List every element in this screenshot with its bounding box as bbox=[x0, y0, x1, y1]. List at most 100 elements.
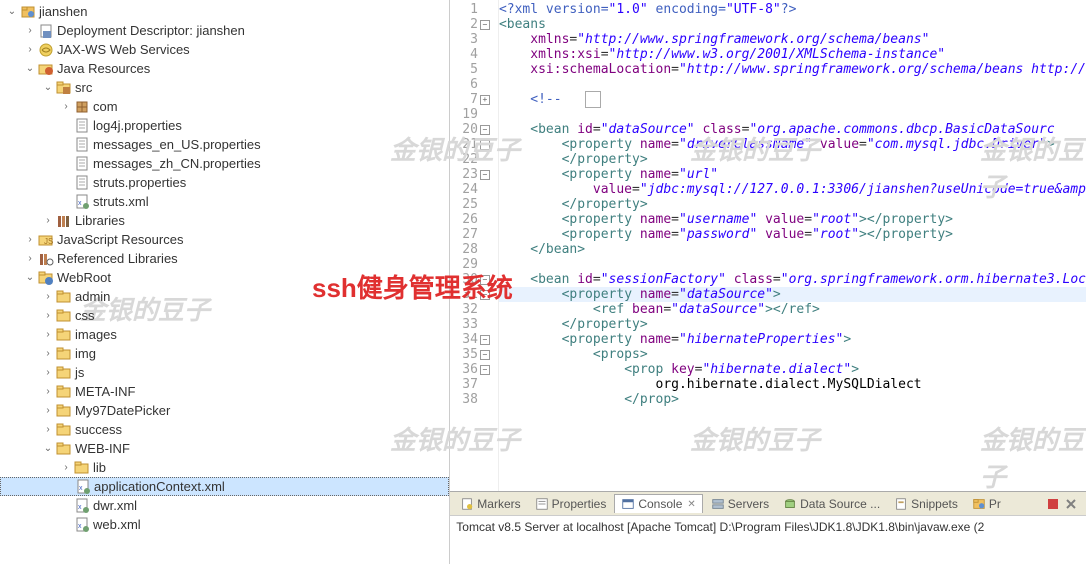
console-output[interactable]: Tomcat v8.5 Server at localhost [Apache … bbox=[450, 516, 1086, 564]
tree-item[interactable]: messages_en_US.properties bbox=[0, 135, 449, 154]
tree-item[interactable]: ›lib bbox=[0, 458, 449, 477]
tab-datasource[interactable]: Data Source ... bbox=[777, 495, 886, 513]
tab-pr[interactable]: Pr bbox=[966, 495, 1007, 513]
fold-icon[interactable]: − bbox=[480, 20, 490, 30]
tree-item[interactable]: web.xml bbox=[0, 515, 449, 534]
tree-item[interactable]: dwr.xml bbox=[0, 496, 449, 515]
tab-properties[interactable]: Properties bbox=[529, 495, 613, 513]
twisty-icon[interactable]: ⌄ bbox=[22, 270, 38, 286]
fold-icon[interactable]: + bbox=[480, 95, 490, 105]
code-line[interactable]: xsi:schemaLocation="http://www.springfra… bbox=[499, 62, 1086, 77]
code-line[interactable]: xmlns="http://www.springframework.org/sc… bbox=[499, 32, 1086, 47]
twisty-icon[interactable] bbox=[59, 479, 75, 495]
tab-markers[interactable]: Markers bbox=[454, 495, 526, 513]
tree-item[interactable]: messages_zh_CN.properties bbox=[0, 154, 449, 173]
tree-item[interactable]: ⌄Java Resources bbox=[0, 59, 449, 78]
twisty-icon[interactable]: › bbox=[40, 213, 56, 229]
fold-icon[interactable]: − bbox=[480, 335, 490, 345]
twisty-icon[interactable] bbox=[58, 118, 74, 134]
tree-item[interactable]: ›success bbox=[0, 420, 449, 439]
code-line[interactable]: <property name="url" bbox=[499, 167, 1086, 182]
twisty-icon[interactable]: ⌄ bbox=[4, 4, 20, 20]
twisty-icon[interactable]: ⌄ bbox=[22, 61, 38, 77]
tree-item[interactable]: applicationContext.xml bbox=[0, 477, 449, 496]
tree-item[interactable]: ›admin bbox=[0, 287, 449, 306]
code-line[interactable]: org.hibernate.dialect.MySQLDialect bbox=[499, 377, 1086, 392]
code-line[interactable]: <property name="dataSource"> bbox=[499, 287, 1086, 302]
twisty-icon[interactable]: › bbox=[40, 308, 56, 324]
code-line[interactable]: </property> bbox=[499, 197, 1086, 212]
fold-icon[interactable]: − bbox=[480, 170, 490, 180]
twisty-icon[interactable]: › bbox=[22, 232, 38, 248]
code-line[interactable]: <property name="hibernateProperties"> bbox=[499, 332, 1086, 347]
remove-icon[interactable] bbox=[1064, 497, 1078, 511]
twisty-icon[interactable]: › bbox=[58, 99, 74, 115]
code-line[interactable]: <ref bean="dataSource"></ref> bbox=[499, 302, 1086, 317]
fold-icon[interactable]: − bbox=[480, 275, 490, 285]
code-line[interactable]: value="jdbc:mysql://127.0.0.1:3306/jians… bbox=[499, 182, 1086, 197]
tree-item[interactable]: ›css bbox=[0, 306, 449, 325]
code-line[interactable]: <beans bbox=[499, 17, 1086, 32]
twisty-icon[interactable] bbox=[58, 137, 74, 153]
tab-snippets[interactable]: Snippets bbox=[888, 495, 964, 513]
tree-item[interactable]: ›Deployment Descriptor: jianshen bbox=[0, 21, 449, 40]
twisty-icon[interactable] bbox=[58, 175, 74, 191]
twisty-icon[interactable]: › bbox=[40, 327, 56, 343]
code-line[interactable]: <props> bbox=[499, 347, 1086, 362]
tree-item[interactable]: ›js bbox=[0, 363, 449, 382]
twisty-icon[interactable]: › bbox=[58, 460, 74, 476]
twisty-icon[interactable] bbox=[58, 517, 74, 533]
tree-item[interactable]: log4j.properties bbox=[0, 116, 449, 135]
fold-icon[interactable]: − bbox=[480, 125, 490, 135]
fold-icon[interactable]: − bbox=[480, 290, 490, 300]
tab-console[interactable]: Console✕ bbox=[614, 494, 702, 513]
tree-item[interactable]: ›JavaScript Resources bbox=[0, 230, 449, 249]
code-line[interactable] bbox=[499, 77, 1086, 92]
project-explorer[interactable]: ⌄jianshen›Deployment Descriptor: jianshe… bbox=[0, 0, 450, 564]
code-line[interactable]: </property> bbox=[499, 152, 1086, 167]
tab-servers[interactable]: Servers bbox=[705, 495, 775, 513]
twisty-icon[interactable] bbox=[58, 156, 74, 172]
code-line[interactable]: <!-- bbox=[499, 92, 1086, 107]
twisty-icon[interactable]: › bbox=[40, 365, 56, 381]
code-line[interactable]: <bean id="dataSource" class="org.apache.… bbox=[499, 122, 1086, 137]
tree-item[interactable]: struts.xml bbox=[0, 192, 449, 211]
tree-item[interactable]: ›META-INF bbox=[0, 382, 449, 401]
tree-item[interactable]: ›images bbox=[0, 325, 449, 344]
tree-item[interactable]: ›Libraries bbox=[0, 211, 449, 230]
tree-item[interactable]: ›Referenced Libraries bbox=[0, 249, 449, 268]
code-line[interactable]: </property> bbox=[499, 317, 1086, 332]
code-line[interactable]: <property name="password" value="root"><… bbox=[499, 227, 1086, 242]
code-line[interactable] bbox=[499, 107, 1086, 122]
tree-item[interactable]: ⌄WEB-INF bbox=[0, 439, 449, 458]
tree-item[interactable]: ›img bbox=[0, 344, 449, 363]
code-line[interactable]: </prop> bbox=[499, 392, 1086, 407]
code-line[interactable]: xmlns:xsi="http://www.w3.org/2001/XMLSch… bbox=[499, 47, 1086, 62]
code-line[interactable]: <bean id="sessionFactory" class="org.spr… bbox=[499, 272, 1086, 287]
twisty-icon[interactable]: › bbox=[22, 251, 38, 267]
code-line[interactable]: <?xml version="1.0" encoding="UTF-8"?> bbox=[499, 2, 1086, 17]
twisty-icon[interactable]: › bbox=[22, 23, 38, 39]
code-line[interactable]: <property name="username" value="root"><… bbox=[499, 212, 1086, 227]
tree-item[interactable]: ›JAX-WS Web Services bbox=[0, 40, 449, 59]
code-line[interactable]: <prop key="hibernate.dialect"> bbox=[499, 362, 1086, 377]
tree-item[interactable]: ⌄src bbox=[0, 78, 449, 97]
twisty-icon[interactable] bbox=[58, 498, 74, 514]
twisty-icon[interactable]: › bbox=[40, 422, 56, 438]
twisty-icon[interactable]: ⌄ bbox=[40, 441, 56, 457]
twisty-icon[interactable]: › bbox=[40, 346, 56, 362]
code-line[interactable] bbox=[499, 257, 1086, 272]
twisty-icon[interactable]: › bbox=[40, 384, 56, 400]
twisty-icon[interactable]: › bbox=[40, 403, 56, 419]
tree-item[interactable]: ⌄jianshen bbox=[0, 2, 449, 21]
code-line[interactable]: </bean> bbox=[499, 242, 1086, 257]
twisty-icon[interactable]: ⌄ bbox=[40, 80, 56, 96]
tree-item[interactable]: ›com bbox=[0, 97, 449, 116]
tree-item[interactable]: ⌄WebRoot bbox=[0, 268, 449, 287]
code-editor[interactable]: 12−34567+1920−21−2223−24252627282930−31−… bbox=[450, 0, 1086, 491]
twisty-icon[interactable] bbox=[58, 194, 74, 210]
twisty-icon[interactable]: › bbox=[22, 42, 38, 58]
twisty-icon[interactable]: › bbox=[40, 289, 56, 305]
stop-icon[interactable] bbox=[1046, 497, 1060, 511]
fold-icon[interactable]: − bbox=[480, 350, 490, 360]
